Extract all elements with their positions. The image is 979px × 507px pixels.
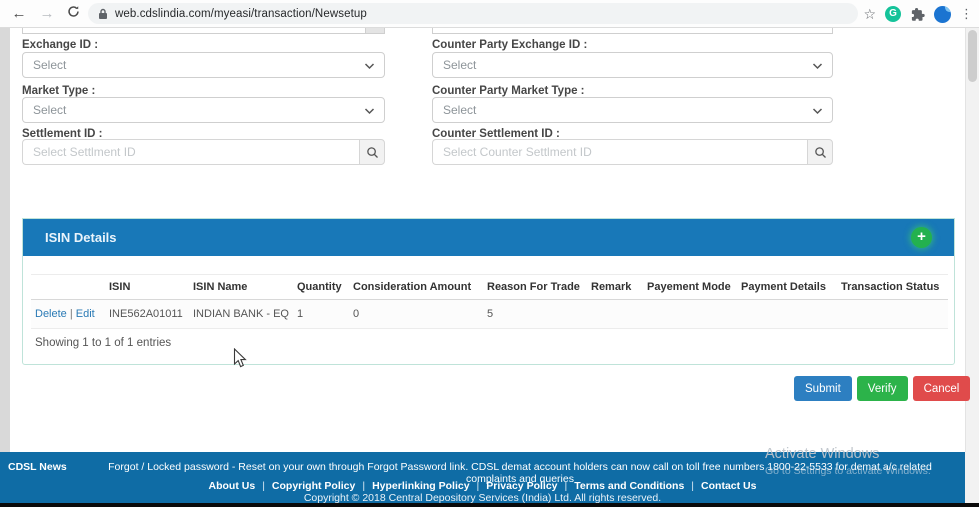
cell-isin: INE562A01011 — [105, 300, 189, 329]
counter-settlement-id-input[interactable] — [432, 139, 807, 165]
footer-link-privacy-policy[interactable]: Privacy Policy — [486, 480, 574, 492]
settlement-search-button[interactable] — [359, 139, 385, 165]
isin-table: ISIN ISIN Name Quantity Consideration Am… — [31, 274, 948, 329]
profile-avatar[interactable] — [934, 6, 951, 23]
verify-button[interactable]: Verify — [857, 376, 908, 401]
extensions-puzzle-icon[interactable] — [910, 7, 925, 22]
taskbar-edge — [0, 503, 979, 507]
cdsl-news-label: CDSL News — [8, 461, 67, 473]
cell-remark — [587, 300, 643, 329]
market-type-select[interactable]: Select — [22, 97, 385, 123]
chevron-down-icon — [364, 107, 375, 115]
search-icon — [366, 146, 379, 159]
exchange-id-select[interactable]: Select — [22, 52, 385, 78]
counter-exchange-id-label: Counter Party Exchange ID : — [432, 39, 587, 51]
cell-transaction-status — [837, 300, 948, 329]
cancel-button[interactable]: Cancel — [913, 376, 971, 401]
page-scrollbar[interactable] — [965, 28, 979, 507]
cell-payment-details — [737, 300, 837, 329]
counter-market-type-select[interactable]: Select — [432, 97, 833, 123]
cutoff-field-right — [432, 28, 833, 34]
address-bar[interactable]: web.cdslindia.com/myeasi/transaction/New… — [88, 3, 858, 24]
col-reason-for-trade: Reason For Trade — [483, 275, 587, 300]
scrollbar-thumb[interactable] — [968, 30, 977, 82]
browser-actions: ☆ G ⋮ — [863, 0, 979, 28]
cell-consideration-amount: 0 — [349, 300, 483, 329]
cutoff-button-stub — [365, 28, 384, 33]
isin-panel-header: ISIN Details + — [23, 219, 954, 256]
col-payment-details: Payment Details — [737, 275, 837, 300]
market-type-label: Market Type : — [22, 85, 95, 97]
page-left-gutter — [0, 28, 10, 452]
browser-window: ← → web.cdslindia.com/myeasi/transaction… — [0, 0, 979, 507]
submit-button[interactable]: Submit — [794, 376, 852, 401]
exchange-id-value: Select — [33, 58, 66, 72]
footer-link-about-us[interactable]: About Us — [209, 480, 272, 492]
row-actions: Delete | Edit — [31, 300, 105, 329]
delete-link[interactable]: Delete — [35, 308, 67, 320]
col-quantity: Quantity — [293, 275, 349, 300]
cell-reason-for-trade: 5 — [483, 300, 587, 329]
footer-scrollbar-gap — [965, 452, 979, 503]
browser-toolbar: ← → web.cdslindia.com/myeasi/transaction… — [0, 0, 979, 28]
exchange-id-label: Exchange ID : — [22, 39, 98, 51]
table-entries-summary: Showing 1 to 1 of 1 entries — [35, 337, 171, 349]
cell-payement-mode — [643, 300, 737, 329]
isin-panel-title: ISIN Details — [45, 230, 117, 245]
col-isin: ISIN — [105, 275, 189, 300]
forward-icon[interactable]: → — [36, 3, 58, 25]
url-text: web.cdslindia.com/myeasi/transaction/New… — [115, 8, 367, 20]
footer-link-terms-and-conditions[interactable]: Terms and Conditions — [574, 480, 701, 492]
footer-link-hyperlinking-policy[interactable]: Hyperlinking Policy — [372, 480, 486, 492]
footer: CDSL News Forgot / Locked password - Res… — [0, 452, 965, 503]
reload-glyph — [67, 5, 80, 18]
counter-settlement-search-button[interactable] — [807, 139, 833, 165]
col-isin-name: ISIN Name — [189, 275, 293, 300]
settlement-id-input[interactable] — [22, 139, 359, 165]
reload-icon[interactable] — [62, 3, 84, 25]
col-transaction-status: Transaction Status — [837, 275, 948, 300]
edit-link[interactable]: Edit — [76, 308, 95, 320]
form-actions: Submit Verify Cancel — [794, 376, 970, 401]
search-icon — [814, 146, 827, 159]
settlement-id-field — [22, 139, 385, 165]
lock-icon — [98, 8, 108, 20]
counter-exchange-id-select[interactable]: Select — [432, 52, 833, 78]
col-payement-mode: Payement Mode — [643, 275, 737, 300]
chevron-down-icon — [812, 62, 823, 70]
footer-link-contact-us[interactable]: Contact Us — [701, 480, 756, 492]
footer-link-copyright-policy[interactable]: Copyright Policy — [272, 480, 372, 492]
browser-menu-icon[interactable]: ⋮ — [960, 6, 973, 22]
actions-separator: | — [70, 308, 73, 320]
counter-market-type-value: Select — [443, 103, 476, 117]
add-isin-button[interactable]: + — [911, 227, 932, 248]
cell-quantity: 1 — [293, 300, 349, 329]
grammarly-extension-icon[interactable]: G — [885, 6, 901, 22]
counter-exchange-id-value: Select — [443, 58, 476, 72]
counter-settlement-id-field — [432, 139, 833, 165]
cutoff-field-left — [22, 28, 385, 34]
back-icon[interactable]: ← — [8, 3, 30, 25]
market-type-value: Select — [33, 103, 66, 117]
chevron-down-icon — [364, 62, 375, 70]
isin-table-header-row: ISIN ISIN Name Quantity Consideration Am… — [31, 275, 948, 300]
chevron-down-icon — [812, 107, 823, 115]
col-actions — [31, 275, 105, 300]
bookmark-star-icon[interactable]: ☆ — [863, 6, 876, 23]
cell-isin-name: INDIAN BANK - EQ — [189, 300, 293, 329]
isin-details-panel: ISIN Details + ISIN ISIN Name Quantity C… — [22, 218, 955, 365]
footer-links: About UsCopyright PolicyHyperlinking Pol… — [0, 480, 965, 492]
col-consideration-amount: Consideration Amount — [349, 275, 483, 300]
isin-table-row: Delete | Edit INE562A01011 INDIAN BANK -… — [31, 300, 948, 329]
col-remark: Remark — [587, 275, 643, 300]
counter-market-type-label: Counter Party Market Type : — [432, 85, 585, 97]
